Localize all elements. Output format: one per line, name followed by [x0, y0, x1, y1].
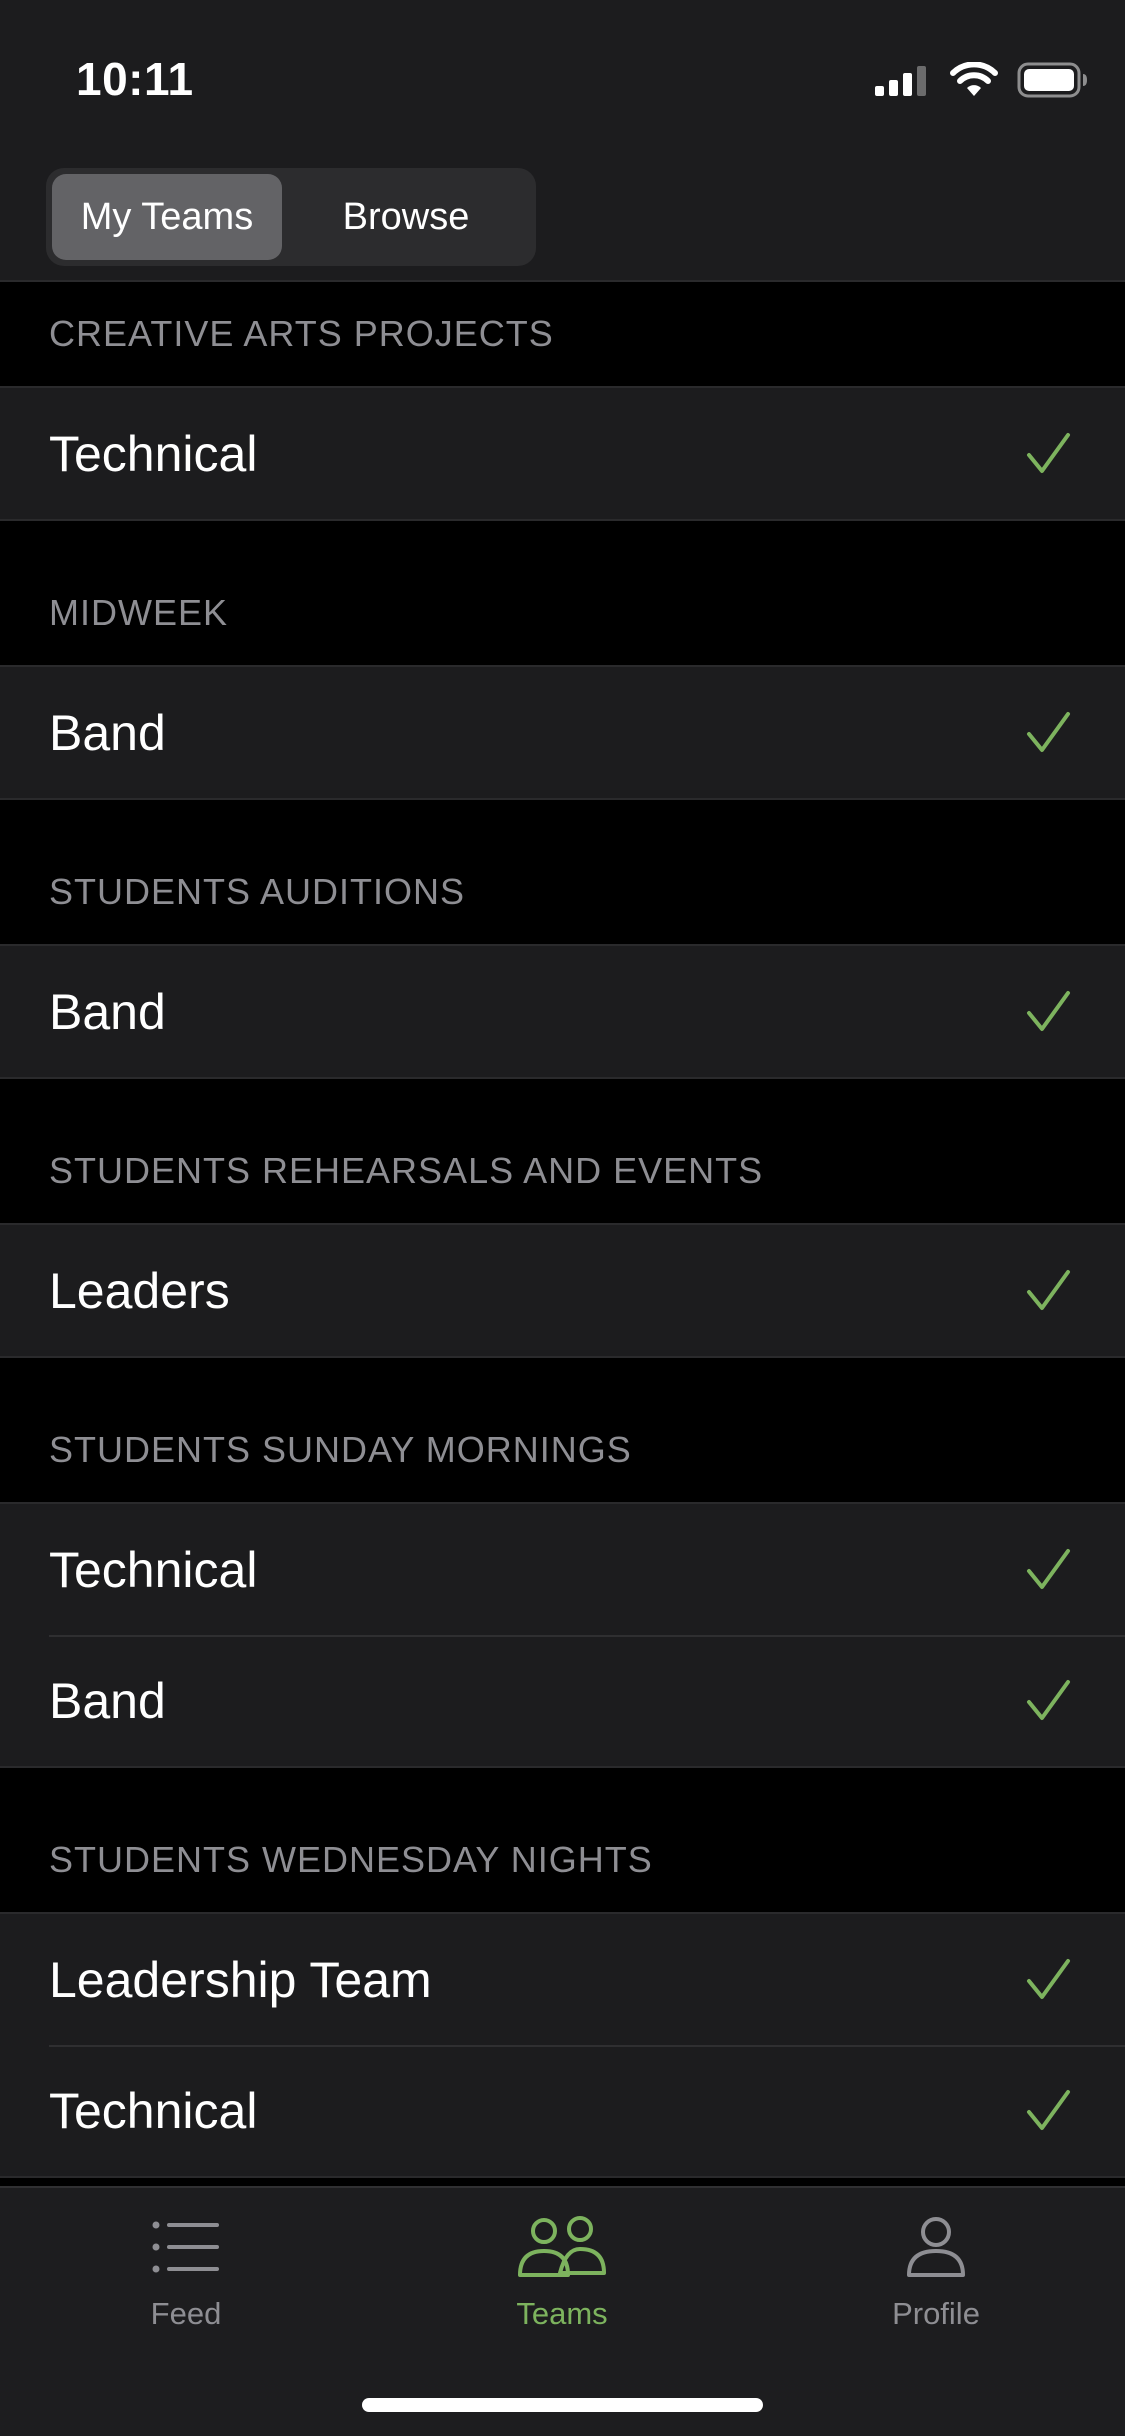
teams-list[interactable]: CREATIVE ARTS PROJECTS Technical MIDWEEK… — [0, 282, 1125, 2178]
people-icon — [518, 2216, 606, 2277]
cellular-signal-icon — [875, 66, 926, 96]
team-group: Technical — [0, 386, 1125, 521]
team-group: Technical Band — [0, 1502, 1125, 1768]
team-row[interactable]: Band — [0, 1635, 1125, 1766]
section-header: STUDENTS WEDNESDAY NIGHTS — [49, 1839, 653, 1880]
team-group: Band — [0, 944, 1125, 1079]
section-header: STUDENTS REHEARSALS AND EVENTS — [49, 1150, 764, 1191]
tab-label: Feed — [150, 2296, 222, 2331]
tab-profile[interactable]: Profile — [786, 2210, 1086, 2350]
team-row[interactable]: Technical — [0, 388, 1125, 519]
checkmark-icon — [1027, 711, 1070, 752]
segment-browse[interactable]: Browse — [282, 174, 530, 260]
teams-screen: 10:11 My Teams Browse CREATIVE ARTS PROJ… — [0, 0, 1125, 2436]
status-time: 10:11 — [76, 53, 194, 105]
checkmark-icon — [1027, 1958, 1070, 1999]
checkmark-icon — [1027, 990, 1070, 1031]
team-row[interactable]: Leadership Team — [0, 1914, 1125, 2045]
segmented-control: My Teams Browse — [46, 168, 536, 266]
section-header: STUDENTS SUNDAY MORNINGS — [49, 1429, 632, 1470]
section-header: STUDENTS AUDITIONS — [49, 871, 466, 912]
person-icon — [907, 2217, 965, 2277]
team-name: Band — [49, 983, 166, 1040]
tab-label: Profile — [892, 2296, 980, 2331]
segment-my-teams[interactable]: My Teams — [52, 174, 282, 260]
header: 10:11 My Teams Browse — [0, 0, 1125, 282]
tab-feed[interactable]: Feed — [36, 2210, 336, 2350]
team-row[interactable]: Technical — [0, 1504, 1125, 1635]
battery-icon — [1017, 62, 1087, 98]
section-header: MIDWEEK — [49, 592, 229, 633]
checkmark-icon — [1027, 1548, 1070, 1589]
checkmark-icon — [1027, 1269, 1070, 1310]
checkmark-icon — [1027, 2089, 1070, 2130]
team-name: Leaders — [49, 1262, 230, 1319]
team-name: Technical — [49, 1541, 258, 1598]
team-row[interactable]: Band — [0, 946, 1125, 1077]
tab-teams[interactable]: Teams — [412, 2210, 712, 2350]
section-header: CREATIVE ARTS PROJECTS — [49, 313, 554, 354]
checkmark-icon — [1027, 1679, 1070, 1720]
wifi-icon — [950, 62, 998, 96]
team-row[interactable]: Technical — [0, 2045, 1125, 2176]
team-group: Leadership Team Technical — [0, 1912, 1125, 2178]
checkmark-icon — [1027, 432, 1070, 473]
team-name: Leadership Team — [49, 1951, 432, 2008]
team-row[interactable]: Leaders — [0, 1225, 1125, 1356]
home-indicator — [362, 2398, 763, 2412]
status-icons — [875, 62, 1089, 98]
list-icon — [152, 2221, 219, 2273]
team-name: Band — [49, 704, 166, 761]
tab-label: Teams — [516, 2296, 608, 2331]
team-row[interactable]: Band — [0, 667, 1125, 798]
team-group: Band — [0, 665, 1125, 800]
team-name: Band — [49, 1672, 166, 1729]
team-group: Leaders — [0, 1223, 1125, 1358]
team-name: Technical — [49, 2082, 258, 2139]
team-name: Technical — [49, 425, 258, 482]
